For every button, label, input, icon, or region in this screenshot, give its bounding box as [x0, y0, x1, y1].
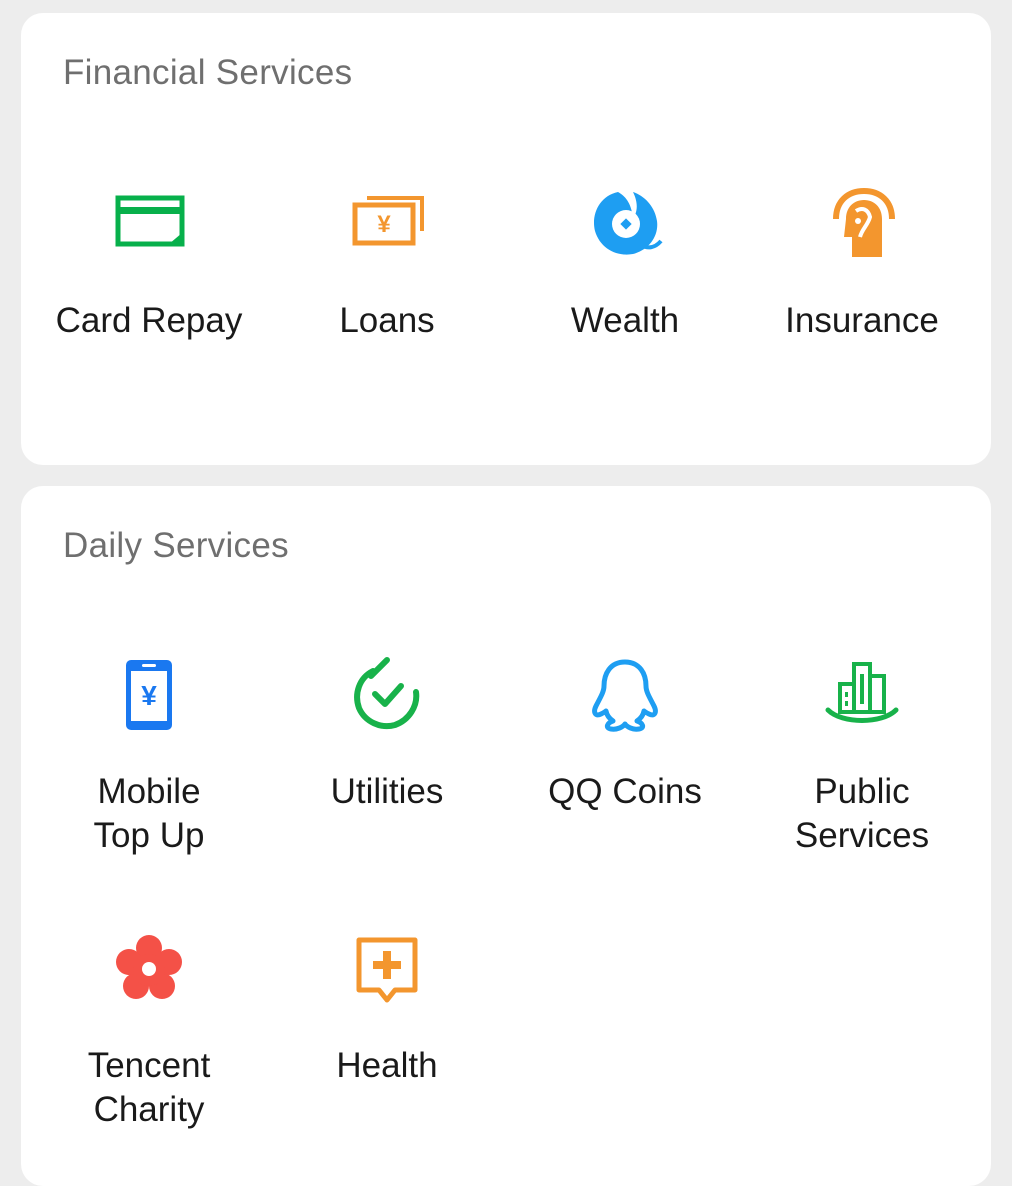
city-buildings-icon	[825, 662, 899, 723]
banknote-icon: ¥	[352, 196, 424, 246]
health-button[interactable]: Health	[268, 930, 506, 1088]
financial-services-title: Financial Services	[63, 53, 353, 92]
utilities-label: Utilities	[330, 772, 444, 811]
mobile-top-up-label: Mobile Top Up	[93, 772, 205, 855]
health-label: Health	[336, 1046, 438, 1085]
daily-services-card: Daily Services ¥ Mobile Top Up Utilities…	[21, 486, 991, 1186]
wealth-label: Wealth	[570, 301, 680, 340]
wealth-coin-icon	[593, 192, 663, 255]
daily-services-title: Daily Services	[63, 526, 289, 565]
card-repay-button[interactable]: Card Repay	[30, 185, 268, 343]
penguin-icon	[592, 659, 658, 732]
loans-label: Loans	[339, 301, 435, 340]
tencent-charity-button[interactable]: Tencent Charity	[30, 930, 268, 1132]
public-services-button[interactable]: Public Services	[743, 656, 981, 858]
loans-button[interactable]: ¥ Loans	[268, 185, 506, 343]
svg-text:¥: ¥	[377, 211, 391, 238]
svg-text:¥: ¥	[141, 680, 157, 711]
medical-chat-icon	[356, 937, 418, 1003]
public-services-label: Public Services	[794, 772, 930, 855]
card-icon	[115, 195, 185, 247]
shield-person-icon	[833, 187, 895, 257]
card-repay-label: Card Repay	[55, 301, 243, 340]
financial-services-card: Financial Services Card Repay ¥ Loans We…	[21, 13, 991, 465]
qq-coins-label: QQ Coins	[548, 772, 702, 811]
tencent-charity-label: Tencent Charity	[87, 1046, 211, 1129]
qq-coins-button[interactable]: QQ Coins	[506, 656, 744, 814]
phone-yuan-icon: ¥	[126, 660, 172, 730]
utilities-button[interactable]: Utilities	[268, 656, 506, 814]
insurance-button[interactable]: Insurance	[743, 185, 981, 343]
insurance-label: Insurance	[785, 301, 939, 340]
mobile-top-up-button[interactable]: ¥ Mobile Top Up	[30, 656, 268, 858]
checkmark-circle-icon	[354, 657, 420, 729]
wealth-button[interactable]: Wealth	[506, 185, 744, 343]
flower-icon	[116, 935, 182, 999]
